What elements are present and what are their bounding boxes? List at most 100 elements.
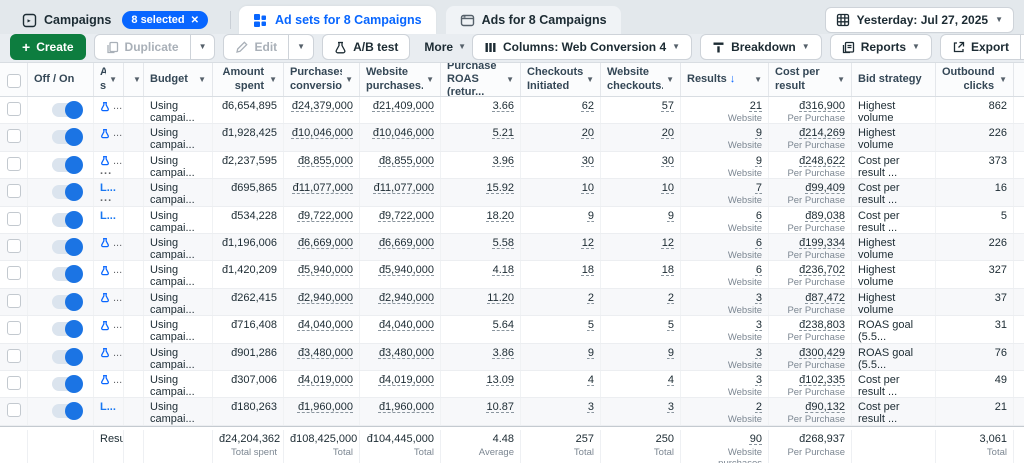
create-button[interactable]: + Create [10, 34, 86, 60]
metric-value[interactable]: 12 [582, 237, 594, 249]
metric-value[interactable]: 9 [756, 155, 762, 167]
column-header-roas[interactable]: Purchase ROAS (retur...▼ [441, 63, 521, 96]
metric-value[interactable]: 9 [588, 347, 594, 359]
chevron-down-icon[interactable]: ▼ [109, 76, 117, 84]
totals-value[interactable]: 90 [750, 433, 762, 445]
metric-value[interactable]: đ11,077,000 [293, 182, 353, 194]
metric-value[interactable]: 3 [668, 401, 674, 413]
metric-value[interactable]: đ9,722,000 [379, 210, 434, 222]
more-button[interactable]: More▼ [418, 40, 472, 54]
metric-value[interactable]: đ9,722,000 [298, 210, 353, 222]
metric-value[interactable]: đ11,077,000 [374, 182, 434, 194]
metric-value[interactable]: đ8,855,000 [298, 155, 353, 167]
duplicate-button[interactable]: Duplicate [94, 34, 191, 60]
metric-value[interactable]: đ248,622 [799, 155, 845, 167]
row-checkbox[interactable] [7, 321, 21, 335]
metric-value[interactable]: đ4,040,000 [379, 319, 434, 331]
metric-value[interactable]: 9 [756, 127, 762, 139]
metric-value[interactable]: đ24,379,000 [292, 100, 353, 112]
metric-value[interactable]: 6 [756, 264, 762, 276]
chevron-down-icon[interactable]: ▼ [426, 76, 434, 84]
row-checkbox[interactable] [7, 239, 21, 253]
metric-value[interactable]: 13.09 [486, 374, 514, 386]
metric-value[interactable]: 9 [668, 347, 674, 359]
duplicate-dropdown[interactable]: ▼ [191, 34, 216, 60]
row-checkbox[interactable] [7, 294, 21, 308]
row-toggle[interactable] [52, 185, 82, 199]
row-toggle[interactable] [52, 103, 82, 117]
metric-value[interactable]: đ10,046,000 [373, 127, 434, 139]
metric-value[interactable]: 20 [662, 127, 674, 139]
row-toggle[interactable] [52, 404, 82, 418]
metric-value[interactable]: 3 [756, 319, 762, 331]
adset-name-link[interactable]: ... [100, 100, 117, 112]
row-toggle[interactable] [52, 267, 82, 281]
adset-name-link[interactable]: ... [100, 319, 117, 331]
row-checkbox[interactable] [7, 129, 21, 143]
metric-value[interactable]: 3 [756, 347, 762, 359]
tab-campaigns[interactable]: Campaigns 8 selected ✕ [8, 6, 222, 34]
columns-button[interactable]: Columns: Web Conversion 4▼ [472, 34, 692, 60]
chevron-down-icon[interactable]: ▼ [133, 76, 141, 84]
metric-value[interactable]: đ236,702 [799, 264, 845, 276]
column-header-check[interactable] [0, 63, 28, 96]
row-toggle[interactable] [52, 322, 82, 336]
metric-value[interactable]: 15.92 [486, 182, 514, 194]
metric-value[interactable]: 4 [588, 374, 594, 386]
adset-name-link[interactable]: L... [100, 210, 117, 222]
metric-value[interactable]: đ1,960,000 [298, 401, 353, 413]
export-button[interactable]: Export [940, 34, 1021, 60]
column-header-results[interactable]: Results↓▼ [681, 63, 769, 96]
metric-value[interactable]: 3 [756, 292, 762, 304]
row-checkbox[interactable] [7, 184, 21, 198]
metric-value[interactable]: 6 [756, 210, 762, 222]
row-checkbox[interactable] [7, 212, 21, 226]
metric-value[interactable]: 5.64 [493, 319, 514, 331]
metric-value[interactable]: 5 [668, 319, 674, 331]
chevron-down-icon[interactable]: ▼ [754, 76, 762, 84]
metric-value[interactable]: đ3,480,000 [379, 347, 434, 359]
row-toggle[interactable] [52, 295, 82, 309]
metric-value[interactable]: đ6,669,000 [298, 237, 353, 249]
metric-value[interactable]: 10.87 [486, 401, 514, 413]
column-header-web_purch[interactable]: Website purchases...▼ [360, 63, 441, 96]
column-header-name[interactable]: A s▼ [94, 63, 124, 96]
metric-value[interactable]: đ10,046,000 [292, 127, 353, 139]
edit-dropdown[interactable]: ▼ [289, 34, 314, 60]
breakdown-button[interactable]: Breakdown▼ [700, 34, 822, 60]
chevron-down-icon[interactable]: ▼ [837, 76, 845, 84]
metric-value[interactable]: đ3,480,000 [298, 347, 353, 359]
metric-value[interactable]: đ238,803 [799, 319, 845, 331]
row-toggle[interactable] [52, 213, 82, 227]
column-header-onoff[interactable]: Off / On [28, 63, 94, 96]
metric-value[interactable]: đ8,855,000 [379, 155, 434, 167]
column-header-bid[interactable]: Bid strategy [852, 63, 936, 96]
ab-test-button[interactable]: A/B test [322, 34, 410, 60]
adset-name-link[interactable]: ... [100, 264, 117, 276]
adset-name-link[interactable]: ... [100, 347, 117, 359]
metric-value[interactable]: đ1,960,000 [379, 401, 434, 413]
metric-value[interactable]: đ5,940,000 [298, 264, 353, 276]
chevron-down-icon[interactable]: ▼ [506, 76, 514, 84]
row-checkbox[interactable] [7, 157, 21, 171]
adset-name-link[interactable]: ... [100, 374, 117, 386]
metric-value[interactable]: đ87,472 [805, 292, 845, 304]
metric-value[interactable]: 57 [662, 100, 674, 112]
metric-value[interactable]: 62 [582, 100, 594, 112]
metric-value[interactable]: 2 [588, 292, 594, 304]
row-checkbox[interactable] [7, 403, 21, 417]
adset-name-link[interactable]: ... [100, 127, 117, 139]
metric-value[interactable]: 4.18 [493, 264, 514, 276]
row-options-icon[interactable]: ... [100, 167, 117, 175]
adset-name-link[interactable]: L... [100, 401, 117, 413]
metric-value[interactable]: 30 [662, 155, 674, 167]
metric-value[interactable]: 10 [582, 182, 594, 194]
column-header-clicks[interactable]: Outbound clicks▼ [936, 63, 1014, 96]
metric-value[interactable]: 5.58 [493, 237, 514, 249]
column-header-web_checkouts[interactable]: Website checkouts...▼ [601, 63, 681, 96]
adset-name-link[interactable]: ... [100, 237, 117, 249]
metric-value[interactable]: đ2,940,000 [379, 292, 434, 304]
metric-value[interactable]: 3 [756, 374, 762, 386]
metric-value[interactable]: 18.20 [486, 210, 514, 222]
row-toggle[interactable] [52, 377, 82, 391]
